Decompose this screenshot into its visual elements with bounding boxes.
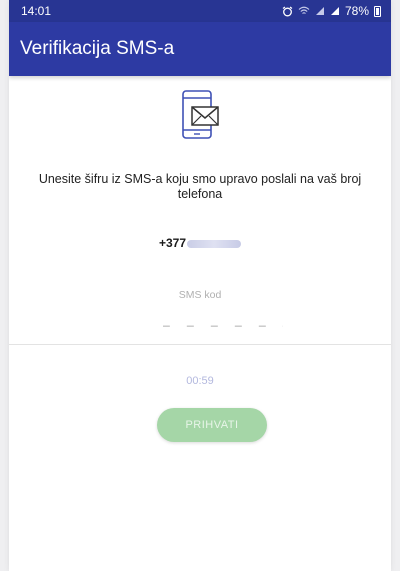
alarm-icon — [282, 6, 293, 16]
phone-number: +377 — [9, 236, 391, 250]
countdown-timer: 00:59 — [186, 375, 214, 387]
status-time: 14:01 — [21, 4, 52, 18]
divider — [9, 344, 391, 345]
status-icons: 78% — [282, 4, 381, 18]
status-bar: 14:01 78% — [9, 0, 391, 22]
phone-number-prefix: +377 — [158, 236, 187, 250]
phone-envelope-icon — [182, 90, 219, 139]
phone-screen: 14:01 78% Verifikacija SMS-a Unesite šif… — [9, 0, 391, 571]
sms-code-input[interactable] — [161, 312, 285, 328]
battery-percent: 78% — [344, 4, 369, 18]
battery-icon — [374, 5, 381, 17]
instruction-text: Unesite šifru iz SMS-a koju smo upravo p… — [38, 172, 362, 201]
page-title: Verifikacija SMS-a — [20, 38, 175, 59]
phone-number-redacted — [187, 239, 242, 248]
verification-content: Unesite šifru iz SMS-a koju smo upravo p… — [9, 76, 391, 571]
app-bar: Verifikacija SMS-a — [9, 22, 391, 76]
sms-code-label: SMS kod — [178, 289, 222, 301]
signal-icon — [315, 7, 324, 15]
accept-button[interactable]: PRIHVATI — [157, 408, 267, 442]
wifi-icon — [298, 6, 310, 14]
signal-icon — [330, 7, 339, 15]
